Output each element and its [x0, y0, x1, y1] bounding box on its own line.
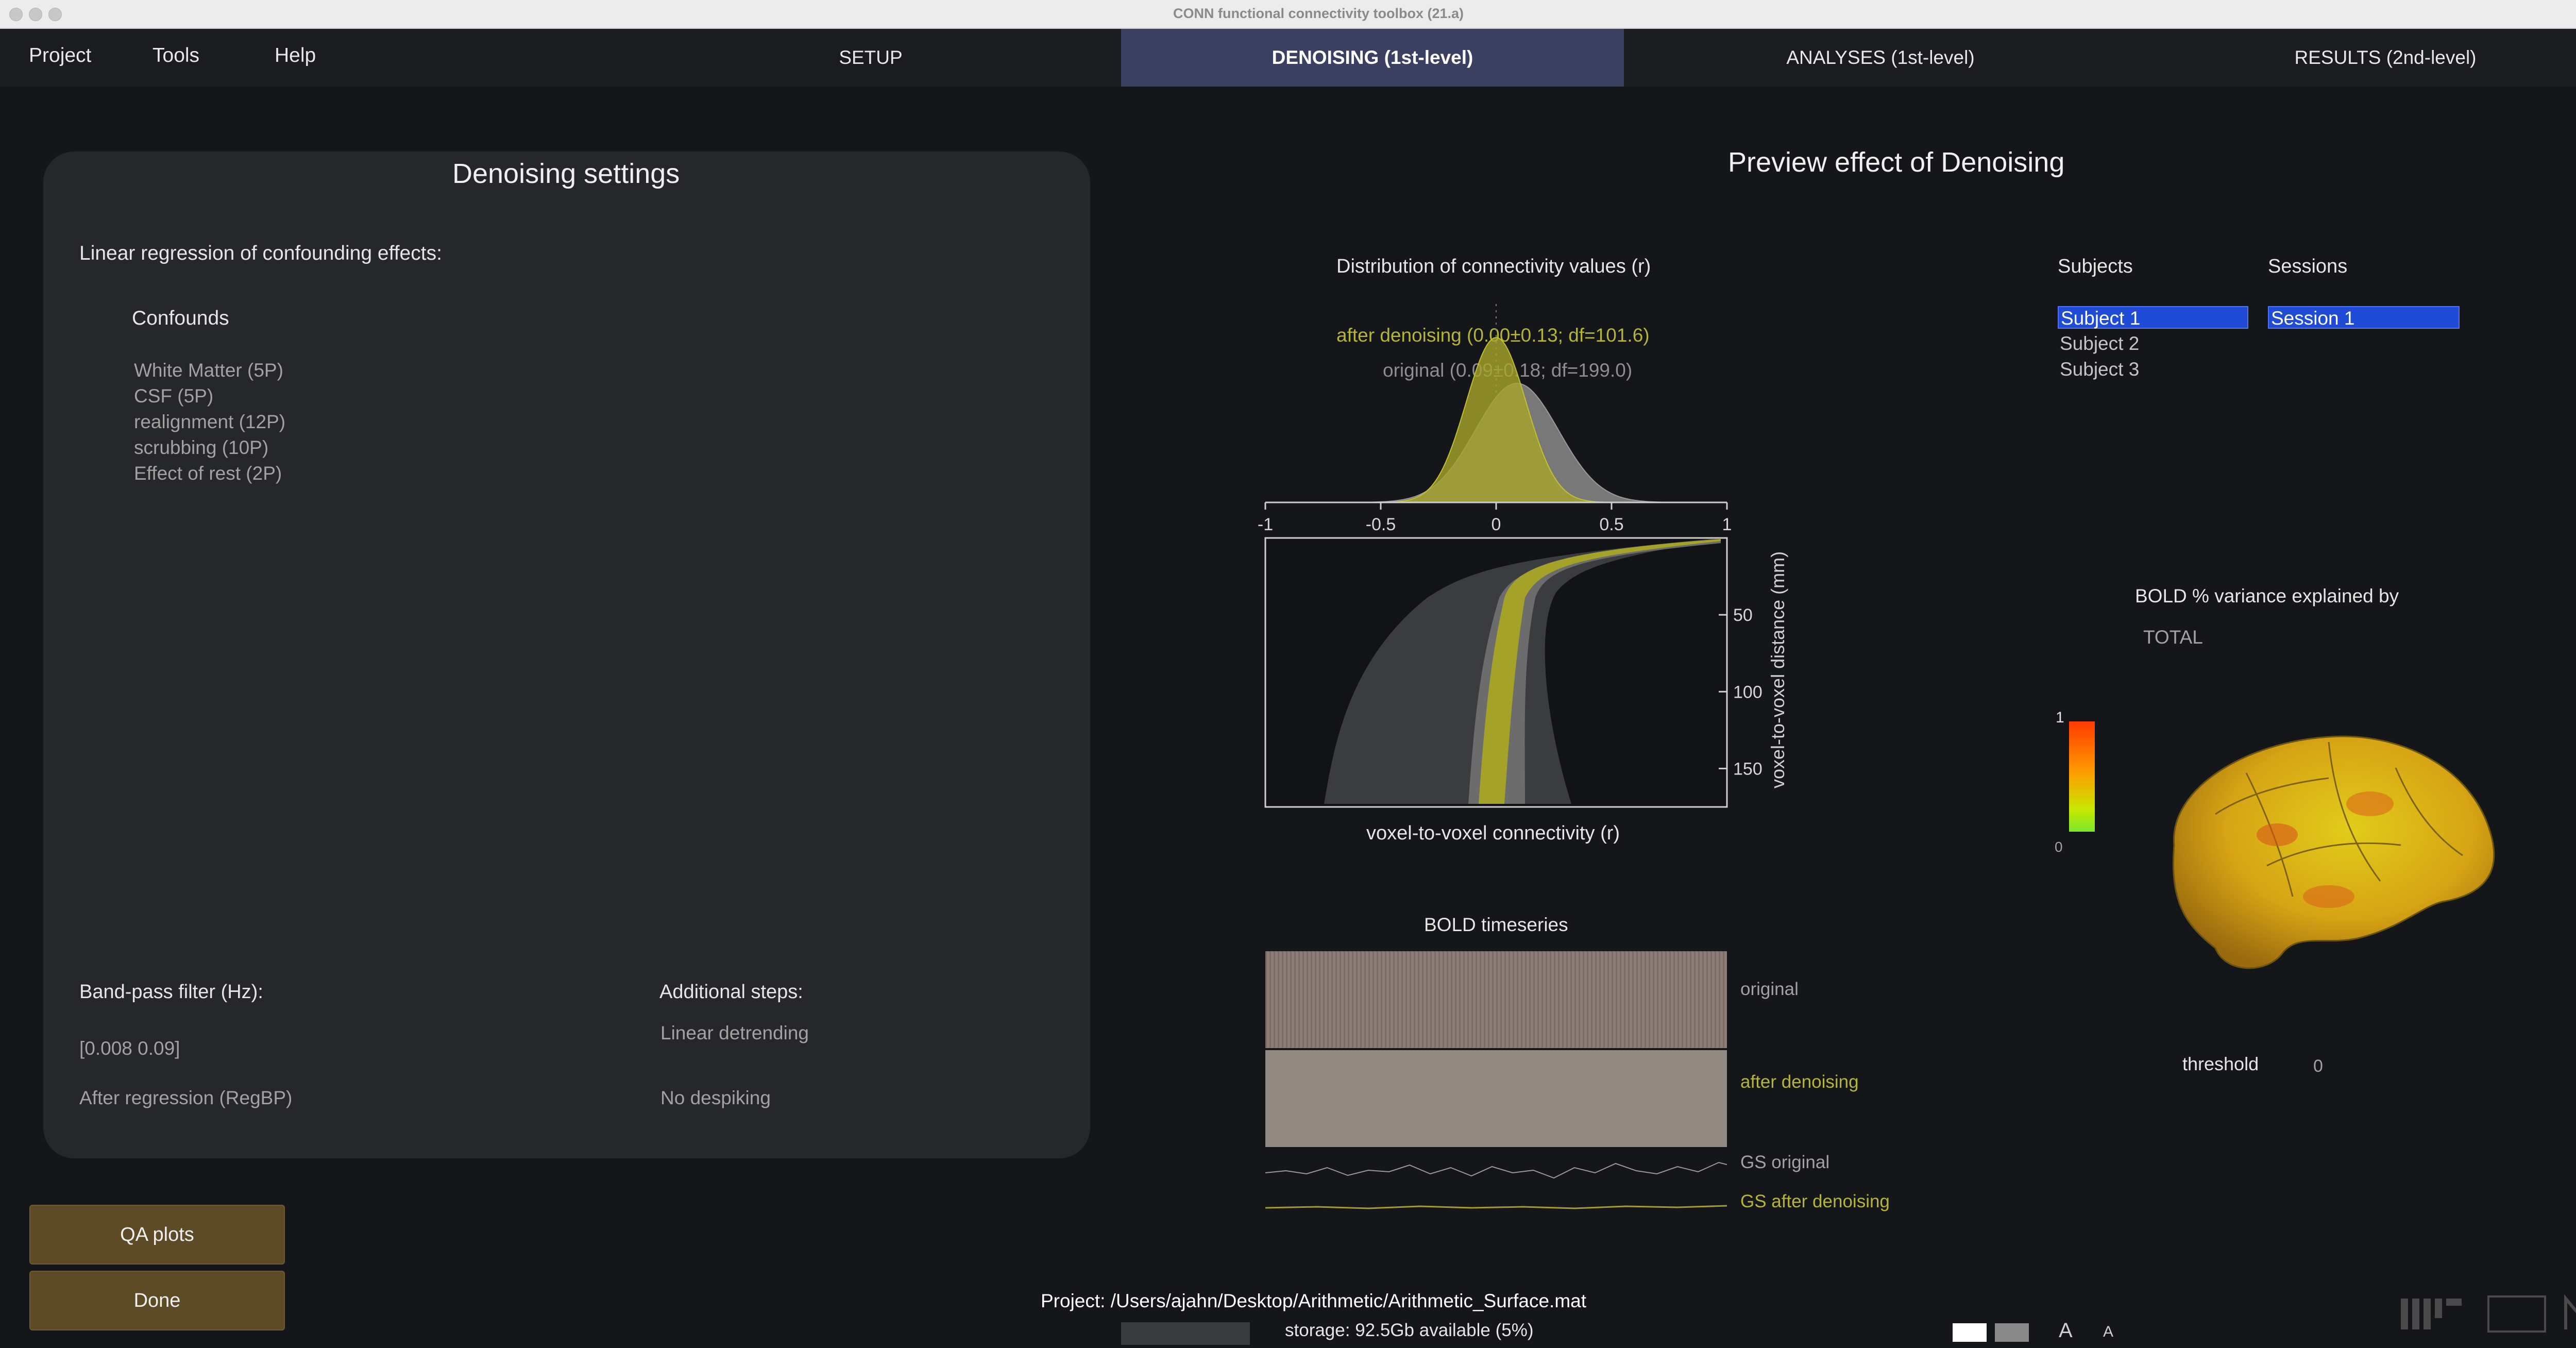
- menu-help[interactable]: Help: [275, 44, 316, 67]
- threshold-label: threshold: [2182, 1053, 2259, 1074]
- title-bar: CONN functional connectivity toolbox (21…: [0, 0, 2576, 29]
- activation-spot: [2346, 791, 2394, 816]
- qa-plots-button[interactable]: QA plots: [29, 1205, 285, 1265]
- menu-tools[interactable]: Tools: [152, 44, 199, 67]
- tab-analyses[interactable]: ANALYSES (1st-level): [1721, 29, 2040, 87]
- confound-item[interactable]: CSF (5P): [134, 385, 213, 407]
- bold-original-label: original: [1740, 979, 1799, 999]
- x-tick-label: 1: [1722, 515, 1732, 534]
- subject-list-item[interactable]: Subject 2: [2060, 333, 2139, 355]
- bold-after-carpet: [1265, 1050, 1727, 1147]
- confounds-label[interactable]: Confounds: [132, 307, 229, 330]
- subjects-label: Subjects: [2058, 256, 2133, 277]
- northeastern-logo: [2564, 1294, 2576, 1329]
- main-menu-bar: Project Tools Help SETUP DENOISING (1st-…: [0, 29, 2576, 87]
- brain-surface-render: [2173, 735, 2495, 969]
- variance-title: BOLD % variance explained by: [2135, 585, 2399, 606]
- confound-item[interactable]: Effect of rest (2P): [134, 463, 282, 484]
- project-path: Project: /Users/ajahn/Desktop/Arithmetic…: [1041, 1290, 1586, 1311]
- connectivity-distribution-chart: -1 -0.5 0 0.5 1: [1258, 304, 1732, 534]
- tab-results[interactable]: RESULTS (2nd-level): [2231, 29, 2540, 87]
- bandpass-input[interactable]: [0.008 0.09]: [79, 1038, 180, 1059]
- settings-title: Denoising settings: [452, 158, 680, 189]
- confound-item[interactable]: realignment (12P): [134, 411, 285, 433]
- tab-setup[interactable]: SETUP: [711, 29, 1030, 87]
- institution-logos: [2401, 1294, 2576, 1333]
- y-tick-label: 150: [1733, 759, 1762, 779]
- gs-after-label: GS after denoising: [1740, 1191, 1890, 1211]
- increase-font-button[interactable]: A: [2059, 1319, 2073, 1342]
- y-axis-label: voxel-to-voxel distance (mm): [1767, 551, 1788, 788]
- bandpass-label: Band-pass filter (Hz):: [79, 981, 263, 1003]
- colorbar-max-label: 1: [2056, 709, 2064, 726]
- gray-theme-toggle[interactable]: [1995, 1323, 2029, 1342]
- tab-denoising[interactable]: DENOISING (1st-level): [1121, 29, 1624, 87]
- additional-steps-label: Additional steps:: [659, 981, 803, 1003]
- bandpass-mode-select[interactable]: After regression (RegBP): [79, 1087, 292, 1109]
- detrending-select[interactable]: Linear detrending: [660, 1022, 809, 1044]
- threshold-input[interactable]: 0: [2313, 1056, 2323, 1076]
- confound-item[interactable]: scrubbing (10P): [134, 437, 268, 459]
- variance-colorbar: [2069, 721, 2095, 832]
- x-tick-label: -1: [1258, 515, 1273, 534]
- y-tick-label: 50: [1733, 605, 1753, 625]
- sessions-label: Sessions: [2268, 256, 2348, 277]
- x-axis-label: voxel-to-voxel connectivity (r): [1366, 822, 1620, 844]
- gs-original-label: GS original: [1740, 1152, 1830, 1172]
- subject-list-item[interactable]: Subject 3: [2060, 359, 2139, 380]
- gs-after-trace: [1265, 1205, 1727, 1209]
- connectivity-distance-plot: 50 100 150: [1264, 537, 1762, 808]
- x-tick-group: -1 -0.5 0 0.5 1: [1258, 502, 1732, 534]
- decrease-font-button[interactable]: A: [2103, 1323, 2113, 1341]
- white-theme-toggle[interactable]: [1953, 1323, 1987, 1342]
- after-denoising-distribution-curve: [1265, 336, 1727, 503]
- x-tick-label: -0.5: [1366, 515, 1396, 534]
- storage-status: storage: 92.5Gb available (5%): [1285, 1320, 1534, 1340]
- activation-spot: [2257, 823, 2298, 846]
- x-tick-label: 0.5: [1599, 515, 1623, 534]
- confound-regression-label: Linear regression of confounding effects…: [79, 242, 442, 264]
- gs-original-trace: [1265, 1161, 1727, 1179]
- bold-after-label: after denoising: [1740, 1072, 1859, 1092]
- confound-item[interactable]: White Matter (5P): [134, 360, 283, 381]
- variance-measure-select[interactable]: TOTAL: [2143, 627, 2203, 648]
- menu-project[interactable]: Project: [29, 44, 91, 67]
- done-button[interactable]: Done: [29, 1271, 285, 1330]
- subject-list-item-selected[interactable]: Subject 1: [2058, 306, 2248, 329]
- window-title: CONN functional connectivity toolbox (21…: [1173, 6, 1464, 21]
- despiking-select[interactable]: No despiking: [660, 1087, 771, 1109]
- y-tick-label: 100: [1733, 682, 1762, 702]
- session-list-item-selected[interactable]: Session 1: [2268, 306, 2460, 329]
- preview-title: Preview effect of Denoising: [1728, 147, 2065, 178]
- bold-timeseries-plot: [1265, 951, 1727, 1209]
- bold-original-carpet: [1265, 951, 1727, 1048]
- x-tick-label: 0: [1492, 515, 1501, 534]
- mit-logo: [2401, 1299, 2462, 1329]
- storage-bar: [1121, 1322, 1250, 1345]
- colorbar-min-label: 0: [2055, 839, 2063, 855]
- denoising-settings-panel: [43, 151, 1090, 1158]
- bu-logo: [2487, 1295, 2546, 1333]
- distribution-title: Distribution of connectivity values (r): [1336, 256, 1651, 277]
- activation-spot: [2303, 885, 2354, 908]
- bold-timeseries-title: BOLD timeseries: [1424, 914, 1568, 935]
